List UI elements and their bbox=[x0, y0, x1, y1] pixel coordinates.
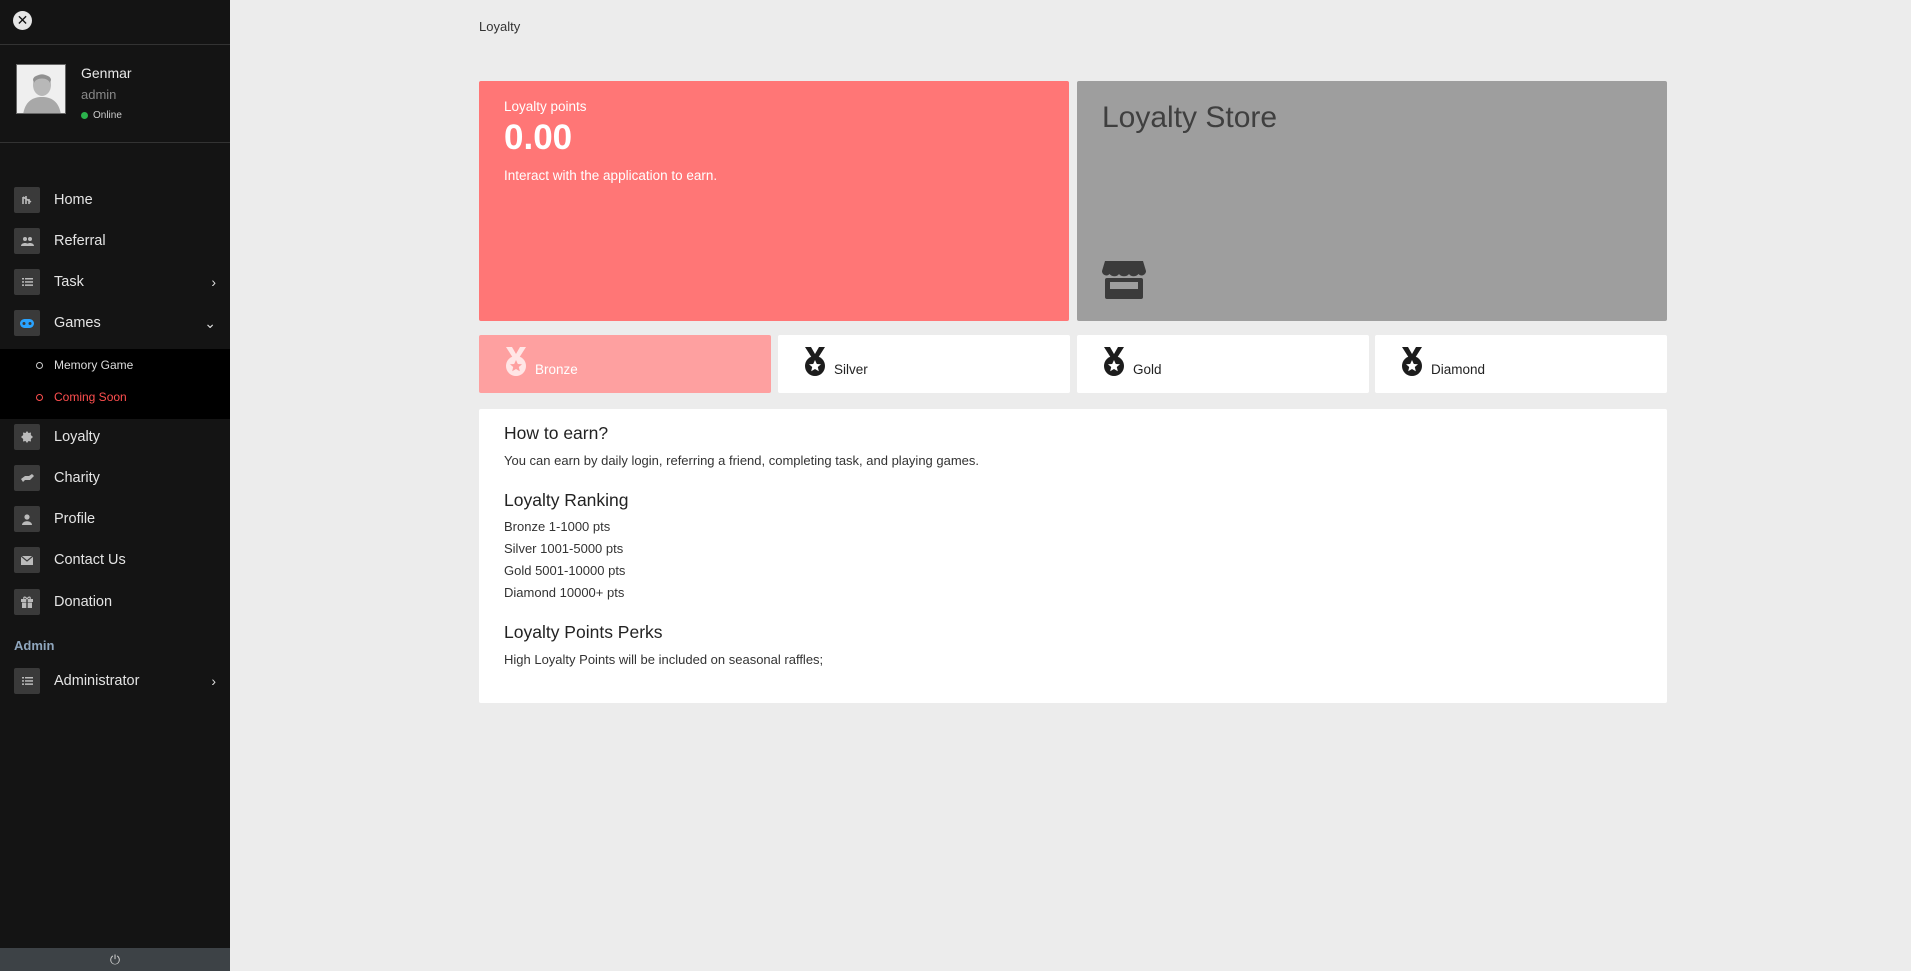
user-status-label: Online bbox=[93, 110, 122, 121]
hand-icon bbox=[14, 465, 40, 491]
sidebar-item-task[interactable]: Task › bbox=[14, 268, 224, 296]
sidebar-item-profile[interactable]: Profile bbox=[14, 505, 224, 533]
ranking-line: Bronze 1-1000 pts bbox=[504, 519, 611, 534]
perks-heading: Loyalty Points Perks bbox=[504, 622, 663, 642]
ranking-line: Gold 5001-10000 pts bbox=[504, 563, 626, 578]
user-panel: Genmar admin Online bbox=[16, 64, 226, 121]
chevron-right-icon: › bbox=[211, 673, 216, 689]
tier-label: Silver bbox=[834, 361, 868, 377]
loyalty-points-card: Loyalty points 0.00 Interact with the ap… bbox=[479, 81, 1069, 321]
breadcrumb: Loyalty bbox=[479, 19, 521, 34]
sidebar-item-label: Donation bbox=[54, 594, 113, 610]
sidebar-item-referral[interactable]: Referral bbox=[14, 227, 224, 255]
ranking-line: Silver 1001-5000 pts bbox=[504, 541, 624, 556]
sidebar-item-label: Task bbox=[54, 274, 84, 290]
online-status-icon bbox=[81, 112, 88, 119]
gift-icon bbox=[14, 589, 40, 615]
close-icon[interactable]: ✕ bbox=[13, 11, 32, 30]
tier-bronze[interactable]: Bronze bbox=[479, 335, 771, 393]
loyalty-points-subtitle: Interact with the application to earn. bbox=[504, 168, 718, 183]
loyalty-points-label: Loyalty points bbox=[504, 99, 587, 114]
sidebar-item-label: Loyalty bbox=[54, 429, 100, 445]
submenu-item-memory-game[interactable]: Memory Game bbox=[36, 355, 133, 375]
list-icon bbox=[14, 668, 40, 694]
list-icon bbox=[14, 269, 40, 295]
medal-icon bbox=[503, 346, 529, 382]
submenu-item-coming-soon[interactable]: Coming Soon bbox=[36, 387, 127, 407]
tier-label: Bronze bbox=[535, 361, 578, 377]
circle-icon bbox=[36, 393, 43, 401]
sidebar-item-charity[interactable]: Charity bbox=[14, 464, 224, 492]
sidebar-item-label: Charity bbox=[54, 470, 100, 486]
divider bbox=[0, 44, 230, 45]
sidebar-item-home[interactable]: Home bbox=[14, 186, 224, 214]
store-icon bbox=[1102, 259, 1146, 304]
earn-heading: How to earn? bbox=[504, 423, 609, 443]
user-role: admin bbox=[81, 87, 117, 102]
tier-label: Diamond bbox=[1431, 361, 1486, 377]
medal-icon bbox=[802, 346, 828, 382]
sidebar-item-label: Referral bbox=[54, 233, 106, 249]
medal-icon bbox=[1101, 346, 1127, 382]
envelope-icon bbox=[14, 547, 40, 573]
loyalty-store-title: Loyalty Store bbox=[1102, 101, 1278, 134]
user-status: Online bbox=[81, 110, 122, 121]
sidebar-item-label: Home bbox=[54, 192, 93, 208]
gamepad-icon bbox=[14, 310, 40, 336]
user-name: Genmar bbox=[81, 65, 132, 81]
earn-text: You can earn by daily login, referring a… bbox=[504, 453, 980, 468]
sidebar-item-label: Profile bbox=[54, 511, 96, 527]
users-icon bbox=[14, 228, 40, 254]
loyalty-store-card[interactable]: Loyalty Store bbox=[1077, 81, 1667, 321]
sidebar-item-games[interactable]: Games ⌄ bbox=[14, 309, 224, 337]
medal-icon bbox=[1399, 346, 1425, 382]
sidebar-item-administrator[interactable]: Administrator › bbox=[14, 667, 224, 695]
games-submenu: Memory Game Coming Soon bbox=[0, 349, 230, 419]
sidebar-item-loyalty[interactable]: Loyalty bbox=[14, 423, 224, 451]
submenu-item-label: Coming Soon bbox=[54, 390, 127, 404]
tier-silver[interactable]: Silver bbox=[778, 335, 1070, 393]
tier-diamond[interactable]: Diamond bbox=[1375, 335, 1667, 393]
sidebar-item-donation[interactable]: Donation bbox=[14, 588, 224, 616]
sidebar-item-contact-us[interactable]: Contact Us bbox=[14, 546, 224, 574]
chevron-down-icon: ⌄ bbox=[204, 314, 216, 331]
sidebar-item-label: Games bbox=[54, 315, 101, 331]
home-icon bbox=[14, 187, 40, 213]
loyalty-points-value: 0.00 bbox=[504, 118, 573, 157]
power-icon: ⏻ bbox=[109, 951, 121, 967]
sidebar: ✕ Genmar admin Online Home Referral Task… bbox=[0, 0, 230, 971]
divider bbox=[0, 142, 230, 143]
avatar bbox=[16, 64, 66, 114]
tier-label: Gold bbox=[1133, 361, 1162, 377]
logout-button[interactable]: ⏻ bbox=[0, 948, 230, 971]
ranking-heading: Loyalty Ranking bbox=[504, 490, 629, 510]
badge-icon bbox=[14, 424, 40, 450]
perks-text: High Loyalty Points will be included on … bbox=[504, 652, 824, 667]
loyalty-info-card: How to earn? You can earn by daily login… bbox=[479, 409, 1667, 703]
sidebar-item-label: Administrator bbox=[54, 673, 140, 689]
submenu-item-label: Memory Game bbox=[54, 358, 134, 372]
ranking-line: Diamond 10000+ pts bbox=[504, 585, 625, 600]
sidebar-item-label: Contact Us bbox=[54, 552, 126, 568]
chevron-right-icon: › bbox=[211, 274, 216, 290]
circle-icon bbox=[36, 361, 43, 369]
user-icon bbox=[14, 506, 40, 532]
ranking-list: Bronze 1-1000 pts Silver 1001-5000 pts G… bbox=[504, 516, 1642, 604]
tier-gold[interactable]: Gold bbox=[1077, 335, 1369, 393]
nav-section-header-admin: Admin bbox=[14, 638, 55, 653]
